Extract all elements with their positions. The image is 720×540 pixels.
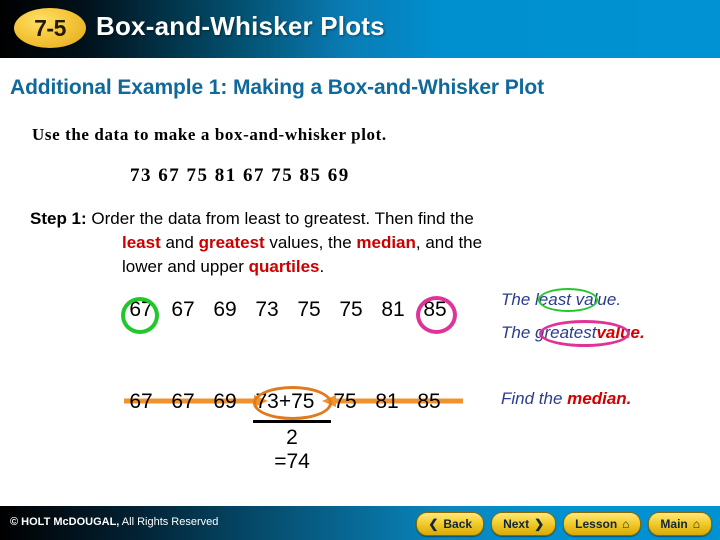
lesson-button[interactable]: Lesson ⌂	[563, 512, 642, 536]
median-denominator: 2	[286, 426, 298, 449]
step-text-andthe: , and the	[415, 233, 483, 252]
slide: 7-5 Box-and-Whisker Plots Additional Exa…	[0, 0, 720, 540]
callout-word-median: median.	[567, 389, 632, 408]
step-line-2: least and greatest values, the median, a…	[30, 231, 660, 255]
callout-the-1: The	[501, 290, 536, 309]
raw-data-values: 73 67 75 81 67 75 85 69	[130, 165, 350, 186]
copyright-text: © HOLT McDOUGAL, All Rights Reserved	[10, 516, 218, 528]
lesson-number-badge: 7-5	[14, 8, 86, 48]
back-button[interactable]: ❮ Back	[416, 512, 485, 536]
callout-findthe: Find the	[501, 389, 568, 408]
home-icon: ⌂	[692, 517, 700, 531]
chevron-left-icon: ❮	[428, 517, 439, 531]
keyword-least: least	[122, 233, 161, 252]
ordered-data-row: 67 67 69 73 75 75 81 85	[120, 298, 456, 322]
step-line-1: Order the data from least to greatest. T…	[86, 209, 474, 228]
lesson-number-label: 7-5	[34, 14, 66, 41]
ordered-value: 81	[381, 298, 405, 321]
least-word-circle-annotation	[538, 288, 598, 312]
ordered-value: 69	[213, 298, 237, 321]
ordered-value: 75	[339, 298, 363, 321]
median-numerator-circle-annotation	[253, 386, 332, 420]
keyword-quartiles: quartiles	[248, 257, 320, 276]
footer-nav-buttons: ❮ Back Next ❯ Lesson ⌂ Main ⌂	[416, 512, 712, 536]
next-button-label: Next	[503, 517, 530, 531]
greatest-value-circle-annotation	[416, 296, 457, 334]
step-text-period: .	[319, 257, 325, 276]
step-label: Step 1:	[30, 209, 87, 228]
step-text-and: and	[160, 233, 199, 252]
ordered-value: 73	[255, 298, 279, 321]
median-row-value: 69	[213, 390, 237, 413]
lesson-button-label: Lesson	[575, 517, 618, 531]
chevron-right-icon: ❯	[534, 517, 545, 531]
step-line-3: lower and upper quartiles.	[30, 255, 660, 279]
copyright-rights: All Rights Reserved	[119, 516, 219, 528]
least-value-circle-annotation	[121, 297, 159, 334]
step-text-lowerupper: lower and upper	[122, 257, 249, 276]
callout-the-2: The	[501, 323, 536, 342]
keyword-median: median	[356, 233, 416, 252]
median-row-value: 67	[171, 390, 195, 413]
median-row-value: 85	[417, 390, 441, 413]
back-button-label: Back	[443, 517, 473, 531]
header-bar: 7-5 Box-and-Whisker Plots	[0, 0, 720, 58]
keyword-greatest: greatest	[198, 233, 265, 252]
ordered-value: 67	[171, 298, 195, 321]
median-row-value: 81	[375, 390, 399, 413]
copyright-brand: © HOLT McDOUGAL,	[10, 516, 120, 528]
ordered-value: 75	[297, 298, 321, 321]
main-button-label: Main	[660, 517, 688, 531]
home-icon: ⌂	[622, 517, 630, 531]
fraction-bar	[253, 420, 331, 423]
step-one-block: Step 1: Order the data from least to gre…	[30, 207, 660, 279]
main-button[interactable]: Main ⌂	[648, 512, 712, 536]
next-button[interactable]: Next ❯	[491, 512, 557, 536]
median-result: =74	[274, 450, 310, 473]
page-title: Box-and-Whisker Plots	[96, 11, 385, 41]
greatest-word-circle-annotation	[539, 320, 630, 347]
instruction-text: Use the data to make a box-and-whisker p…	[32, 125, 387, 144]
median-callout: Find the median.	[501, 389, 631, 409]
example-subtitle: Additional Example 1: Making a Box-and-W…	[10, 76, 544, 99]
step-text-values: values, the	[264, 233, 357, 252]
median-row-value: 67	[129, 390, 153, 413]
